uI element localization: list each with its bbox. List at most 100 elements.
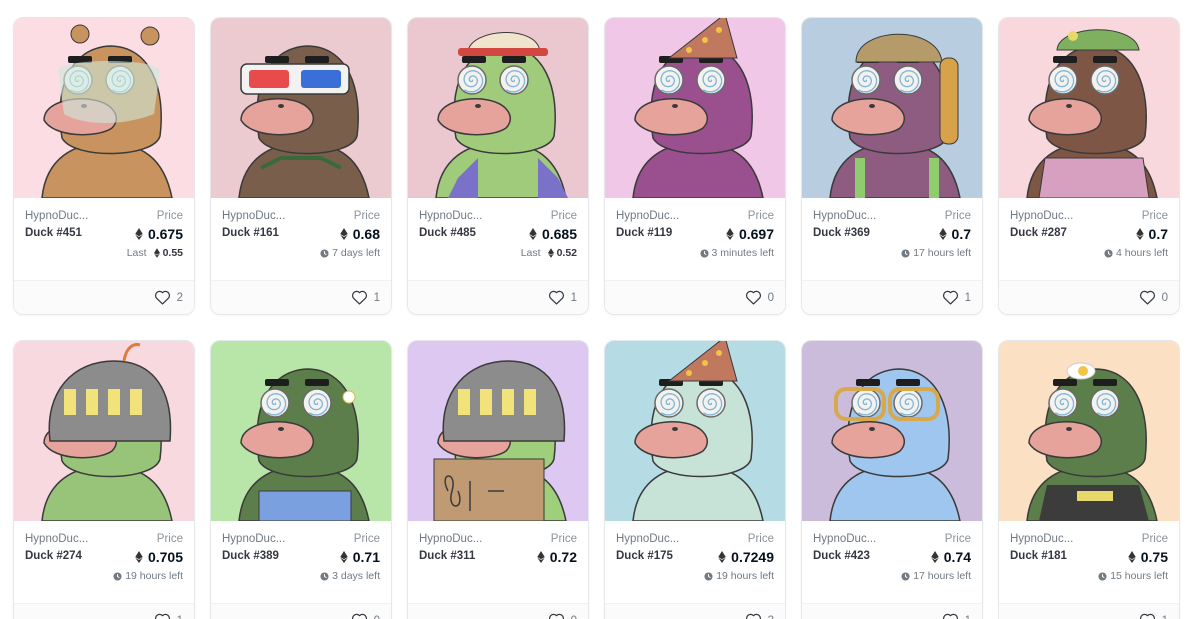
heart-icon[interactable] bbox=[942, 290, 959, 305]
collection-name[interactable]: HypnoDuc... bbox=[25, 533, 88, 545]
collection-name[interactable]: HypnoDuc... bbox=[1010, 533, 1073, 545]
favorite-button[interactable]: 0 bbox=[1139, 290, 1168, 305]
nft-card[interactable]: HypnoDuc... Duck #181 Price 0.75 15 hour… bbox=[998, 340, 1180, 619]
collection-name[interactable]: HypnoDuc... bbox=[616, 210, 679, 222]
last-sale-value: 0.55 bbox=[162, 247, 183, 259]
collection-name[interactable]: HypnoDuc... bbox=[1010, 210, 1073, 222]
time-left: 3 days left bbox=[332, 570, 380, 582]
collection-name[interactable]: HypnoDuc... bbox=[222, 533, 285, 545]
nft-image[interactable] bbox=[408, 18, 588, 198]
nft-image[interactable] bbox=[999, 341, 1179, 521]
nft-card[interactable]: HypnoDuc... Duck #119 Price 0.697 3 minu… bbox=[604, 17, 786, 315]
heart-icon[interactable] bbox=[548, 613, 565, 619]
nft-card[interactable]: HypnoDuc... Duck #369 Price 0.7 17 hours… bbox=[801, 17, 983, 315]
duck-artwork bbox=[211, 18, 391, 198]
nft-card[interactable]: HypnoDuc... Duck #274 Price 0.705 19 hou… bbox=[13, 340, 195, 619]
like-count: 0 bbox=[1161, 291, 1168, 304]
clock-icon bbox=[901, 248, 910, 258]
nostril bbox=[869, 427, 875, 431]
card-info: HypnoDuc... Duck #287 Price 0.7 4 hours … bbox=[999, 198, 1179, 280]
heart-icon[interactable] bbox=[351, 290, 368, 305]
ethereum-icon bbox=[135, 551, 143, 563]
nostril bbox=[278, 104, 284, 108]
duck-artwork bbox=[14, 18, 194, 198]
time-left: 19 hours left bbox=[716, 570, 774, 582]
heart-icon[interactable] bbox=[548, 290, 565, 305]
time-left: 19 hours left bbox=[125, 570, 183, 582]
heart-icon[interactable] bbox=[351, 613, 368, 619]
nft-image[interactable] bbox=[211, 18, 391, 198]
like-count: 0 bbox=[374, 615, 380, 619]
card-footer: 0 bbox=[999, 280, 1179, 314]
favorite-button[interactable]: 3 bbox=[745, 613, 774, 619]
favorite-button[interactable]: 0 bbox=[745, 290, 774, 305]
nft-card[interactable]: HypnoDuc... Duck #485 Price 0.685 Last 0.… bbox=[407, 17, 589, 315]
duck-artwork bbox=[802, 18, 982, 198]
favorite-button[interactable]: 1 bbox=[942, 290, 971, 305]
card-info: HypnoDuc... Duck #369 Price 0.7 17 hours… bbox=[802, 198, 982, 280]
price-label: Price bbox=[1141, 210, 1168, 222]
nft-image[interactable] bbox=[802, 341, 982, 521]
collection-name[interactable]: HypnoDuc... bbox=[419, 210, 482, 222]
eyebrow-right bbox=[305, 56, 329, 63]
heart-icon[interactable] bbox=[154, 613, 171, 619]
favorite-button[interactable]: 0 bbox=[548, 613, 577, 619]
clock-icon bbox=[320, 571, 329, 581]
nft-image[interactable] bbox=[14, 341, 194, 521]
collection-name[interactable]: HypnoDuc... bbox=[813, 533, 876, 545]
nft-image[interactable] bbox=[14, 18, 194, 198]
duck-artwork bbox=[605, 18, 785, 198]
favorite-button[interactable]: 1 bbox=[351, 290, 380, 305]
favorite-button[interactable]: 2 bbox=[154, 290, 183, 305]
favorite-button[interactable]: 0 bbox=[351, 613, 380, 619]
last-sale-label: Last bbox=[126, 247, 147, 259]
nostril bbox=[672, 427, 678, 431]
card-info: HypnoDuc... Duck #274 Price 0.705 19 hou… bbox=[14, 521, 194, 603]
nft-image[interactable] bbox=[211, 341, 391, 521]
ethereum-icon bbox=[537, 551, 545, 563]
heart-icon[interactable] bbox=[745, 290, 762, 305]
nft-card[interactable]: HypnoDuc... Duck #311 Price 0.72 0 bbox=[407, 340, 589, 619]
collection-name[interactable]: HypnoDuc... bbox=[616, 533, 679, 545]
nft-image[interactable] bbox=[999, 18, 1179, 198]
ethereum-icon bbox=[718, 551, 726, 563]
collection-name[interactable]: HypnoDuc... bbox=[25, 210, 88, 222]
heart-icon[interactable] bbox=[942, 613, 959, 619]
heart-icon[interactable] bbox=[154, 290, 171, 305]
nft-card[interactable]: HypnoDuc... Duck #175 Price 0.7249 19 ho… bbox=[604, 340, 786, 619]
heart-icon[interactable] bbox=[1139, 613, 1156, 619]
heart-icon[interactable] bbox=[1139, 290, 1156, 305]
clock-icon bbox=[1104, 248, 1113, 258]
nostril bbox=[278, 427, 284, 431]
card-info: HypnoDuc... Duck #485 Price 0.685 Last 0.… bbox=[408, 198, 588, 280]
collection-name[interactable]: HypnoDuc... bbox=[813, 210, 876, 222]
eyebrow-left bbox=[1053, 56, 1077, 63]
nft-image[interactable] bbox=[408, 341, 588, 521]
nft-image[interactable] bbox=[802, 18, 982, 198]
price-value: 0.7249 bbox=[731, 549, 774, 565]
nft-image[interactable] bbox=[605, 341, 785, 521]
price-label: Price bbox=[944, 210, 971, 222]
card-meta: Last 0.55 bbox=[127, 247, 183, 259]
card-footer: 2 bbox=[14, 280, 194, 314]
duck-beak bbox=[831, 421, 905, 459]
favorite-button[interactable]: 1 bbox=[548, 290, 577, 305]
favorite-button[interactable]: 1 bbox=[154, 613, 183, 619]
collection-name[interactable]: HypnoDuc... bbox=[222, 210, 285, 222]
card-info: HypnoDuc... Duck #389 Price 0.71 3 days … bbox=[211, 521, 391, 603]
nft-card[interactable]: HypnoDuc... Duck #287 Price 0.7 4 hours … bbox=[998, 17, 1180, 315]
nft-card[interactable]: HypnoDuc... Duck #389 Price 0.71 3 days … bbox=[210, 340, 392, 619]
nft-card[interactable]: HypnoDuc... Duck #423 Price 0.74 17 hour… bbox=[801, 340, 983, 619]
favorite-button[interactable]: 1 bbox=[942, 613, 971, 619]
nft-card[interactable]: HypnoDuc... Duck #451 Price 0.675 Last 0.… bbox=[13, 17, 195, 315]
like-count: 3 bbox=[768, 615, 774, 619]
collection-name[interactable]: HypnoDuc... bbox=[419, 533, 482, 545]
heart-icon[interactable] bbox=[745, 613, 762, 619]
favorite-button[interactable]: 1 bbox=[1139, 613, 1168, 619]
price-label: Price bbox=[156, 533, 183, 545]
token-name: Duck #451 bbox=[25, 227, 82, 239]
nft-card[interactable]: HypnoDuc... Duck #161 Price 0.68 7 days … bbox=[210, 17, 392, 315]
token-name: Duck #274 bbox=[25, 550, 82, 562]
eyebrow-left bbox=[856, 379, 880, 386]
nft-image[interactable] bbox=[605, 18, 785, 198]
